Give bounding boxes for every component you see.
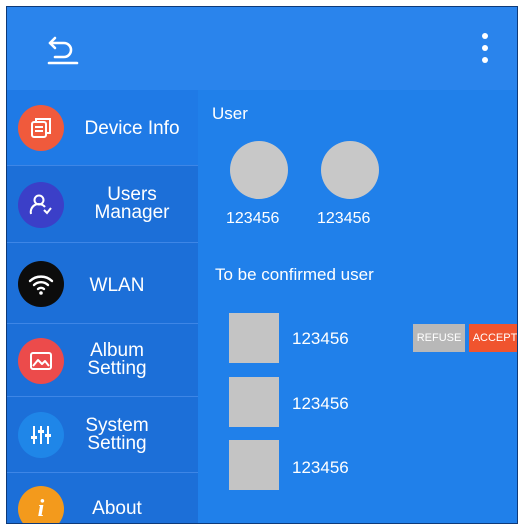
sidebar: Device Info Users Manager WLAN Album Set…	[7, 90, 198, 523]
sliders-icon	[18, 412, 64, 458]
device-info-icon	[18, 105, 64, 151]
pending-user-name: 123456	[292, 458, 349, 477]
sidebar-item-label: Users Manager	[94, 184, 170, 223]
refuse-button[interactable]: REFUSE	[413, 324, 465, 352]
user-avatar[interactable]	[321, 141, 379, 199]
info-icon: i	[18, 486, 64, 523]
users-manager-icon	[18, 182, 64, 228]
back-button[interactable]	[43, 29, 83, 69]
sidebar-item-system-setting[interactable]: System Setting	[7, 397, 198, 473]
user-section-title: User	[212, 104, 248, 123]
accept-button[interactable]: ACCEPT	[469, 324, 517, 352]
user-name: 123456	[226, 210, 280, 227]
sidebar-item-label: Device Info	[84, 118, 180, 139]
wifi-icon	[18, 261, 64, 307]
sidebar-item-device-info[interactable]: Device Info	[7, 90, 198, 166]
sidebar-item-label: System Setting	[85, 415, 149, 454]
sidebar-item-label: WLAN	[89, 275, 145, 296]
more-vertical-icon	[482, 33, 488, 63]
user-avatar[interactable]	[230, 141, 288, 199]
top-bar	[7, 7, 517, 90]
sidebar-item-label: Album Setting	[87, 340, 147, 379]
back-icon	[47, 36, 79, 65]
sidebar-item-about[interactable]: i About	[7, 473, 198, 523]
pending-section-title: To be confirmed user	[215, 265, 374, 284]
sidebar-item-users-manager[interactable]: Users Manager	[7, 166, 198, 243]
app-window: Device Info Users Manager WLAN Album Set…	[6, 6, 518, 524]
user-name: 123456	[317, 210, 371, 227]
content-panel: User 123456 123456 To be confirmed user …	[198, 90, 517, 523]
pending-user-thumbnail	[229, 440, 279, 490]
more-options-button[interactable]	[475, 29, 495, 69]
album-icon	[18, 338, 64, 384]
pending-user-thumbnail	[229, 313, 279, 363]
sidebar-item-wlan[interactable]: WLAN	[7, 243, 198, 324]
pending-user-name: 123456	[292, 329, 349, 348]
pending-user-thumbnail	[229, 377, 279, 427]
sidebar-item-album-setting[interactable]: Album Setting	[7, 324, 198, 397]
sidebar-item-label: About	[92, 498, 142, 519]
pending-user-name: 123456	[292, 394, 349, 413]
